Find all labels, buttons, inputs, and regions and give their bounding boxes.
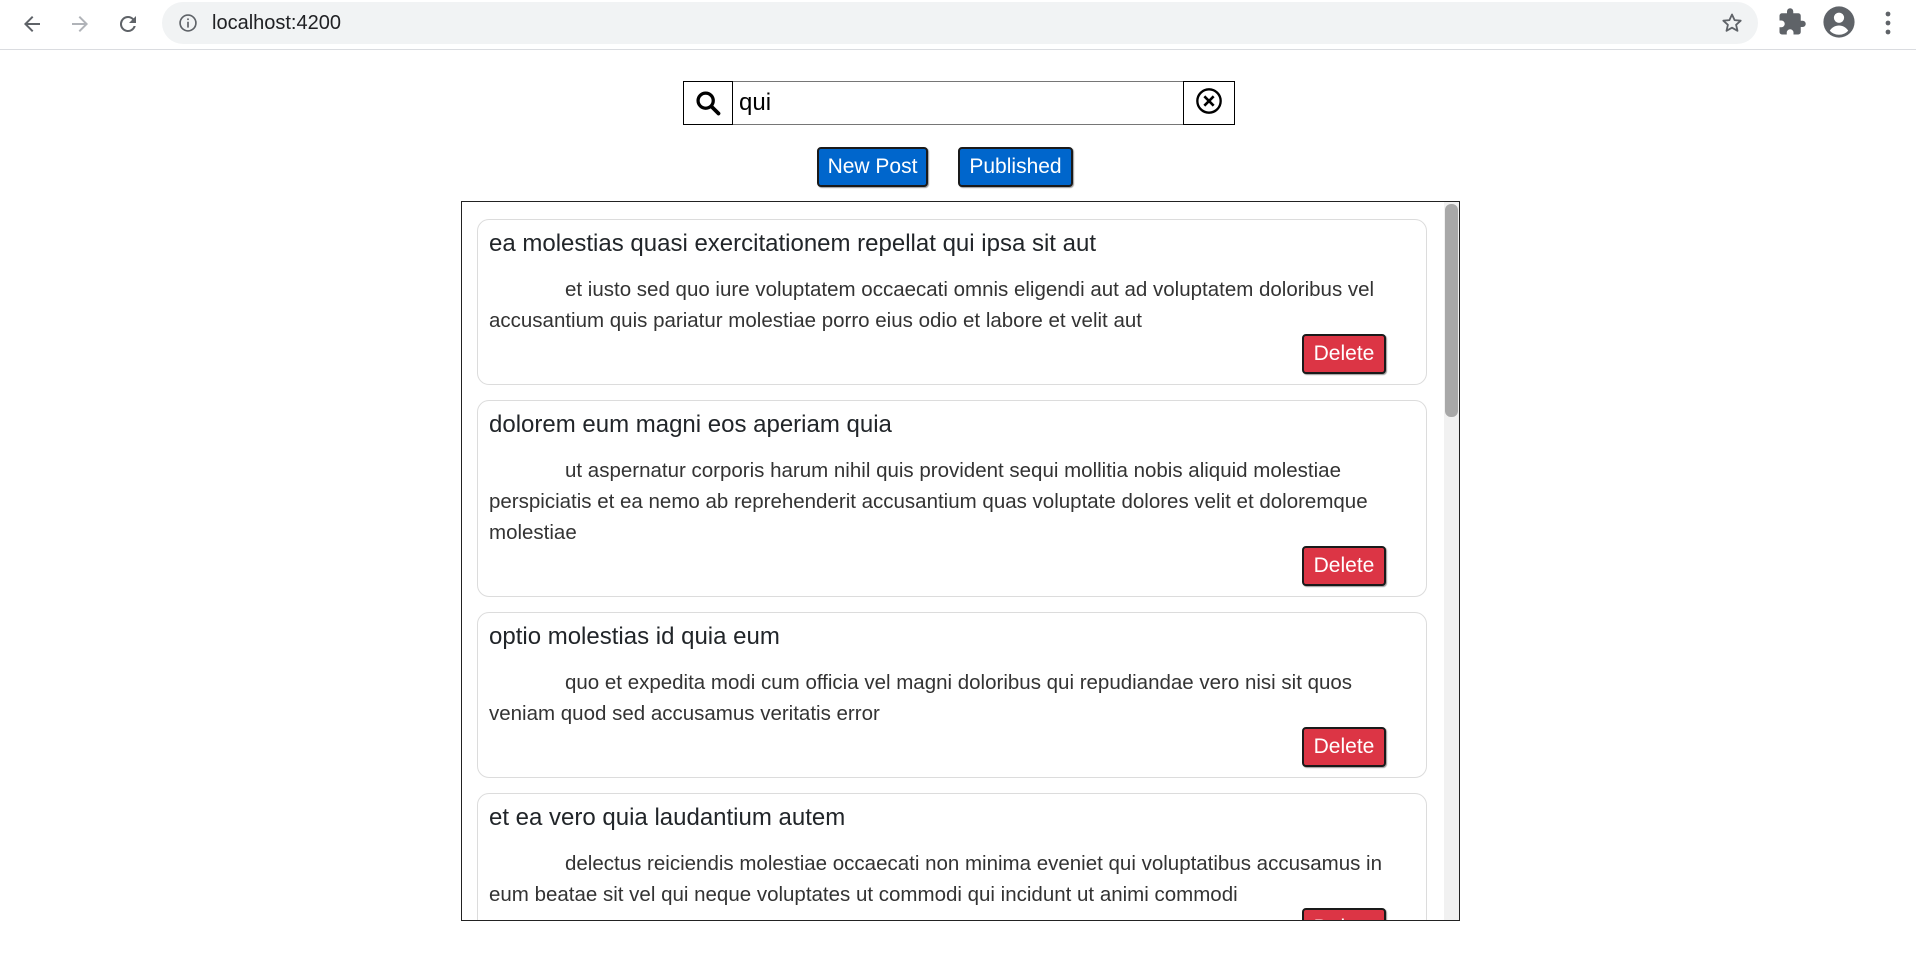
post-body: et iusto sed quo iure voluptatem occaeca… <box>489 278 1375 332</box>
scrollbar-thumb[interactable] <box>1445 204 1458 417</box>
post-card: et ea vero quia laudantium autem delectu… <box>477 793 1427 920</box>
post-title: ea molestias quasi exercitationem repell… <box>489 230 1096 257</box>
address-bar[interactable]: localhost:4200 <box>162 2 1758 44</box>
star-icon[interactable] <box>1720 11 1744 40</box>
search-input[interactable] <box>733 81 1183 125</box>
post-card: ea molestias quasi exercitationem repell… <box>477 219 1427 385</box>
post-body: delectus reiciendis molestiae occaecati … <box>489 852 1383 906</box>
clear-search-button[interactable] <box>1183 81 1235 125</box>
reload-icon[interactable] <box>110 6 146 42</box>
post-body: quo et expedita modi cum officia vel mag… <box>489 671 1353 725</box>
search-bar <box>683 81 1235 125</box>
account-icon[interactable] <box>1822 5 1856 44</box>
delete-button[interactable]: Delete <box>1302 908 1386 920</box>
post-body: ut aspernatur corporis harum nihil quis … <box>489 459 1368 544</box>
search-icon[interactable] <box>683 81 733 125</box>
post-title: et ea vero quia laudantium autem <box>489 804 846 831</box>
delete-button[interactable]: Delete <box>1302 546 1386 586</box>
post-card: optio molestias id quia eum quo et exped… <box>477 612 1427 778</box>
new-post-button[interactable]: New Post <box>817 147 928 187</box>
action-buttons: New Post Published <box>0 147 1916 187</box>
puzzle-icon[interactable] <box>1777 7 1807 42</box>
kebab-menu-icon[interactable] <box>1876 8 1900 43</box>
forward-arrow-icon[interactable] <box>62 6 98 42</box>
post-list[interactable]: ea molestias quasi exercitationem repell… <box>461 201 1460 921</box>
back-arrow-icon[interactable] <box>14 6 50 42</box>
post-title: optio molestias id quia eum <box>489 623 780 650</box>
delete-button[interactable]: Delete <box>1302 334 1386 374</box>
scrollbar[interactable] <box>1444 202 1459 920</box>
post-card: dolorem eum magni eos aperiam quia ut as… <box>477 400 1427 597</box>
browser-toolbar: localhost:4200 <box>0 0 1916 50</box>
clear-circle-x-icon <box>1195 87 1223 120</box>
info-icon[interactable] <box>178 13 198 38</box>
delete-button[interactable]: Delete <box>1302 727 1386 767</box>
post-title: dolorem eum magni eos aperiam quia <box>489 411 892 438</box>
url-text[interactable]: localhost:4200 <box>212 2 341 44</box>
published-button[interactable]: Published <box>958 147 1073 187</box>
